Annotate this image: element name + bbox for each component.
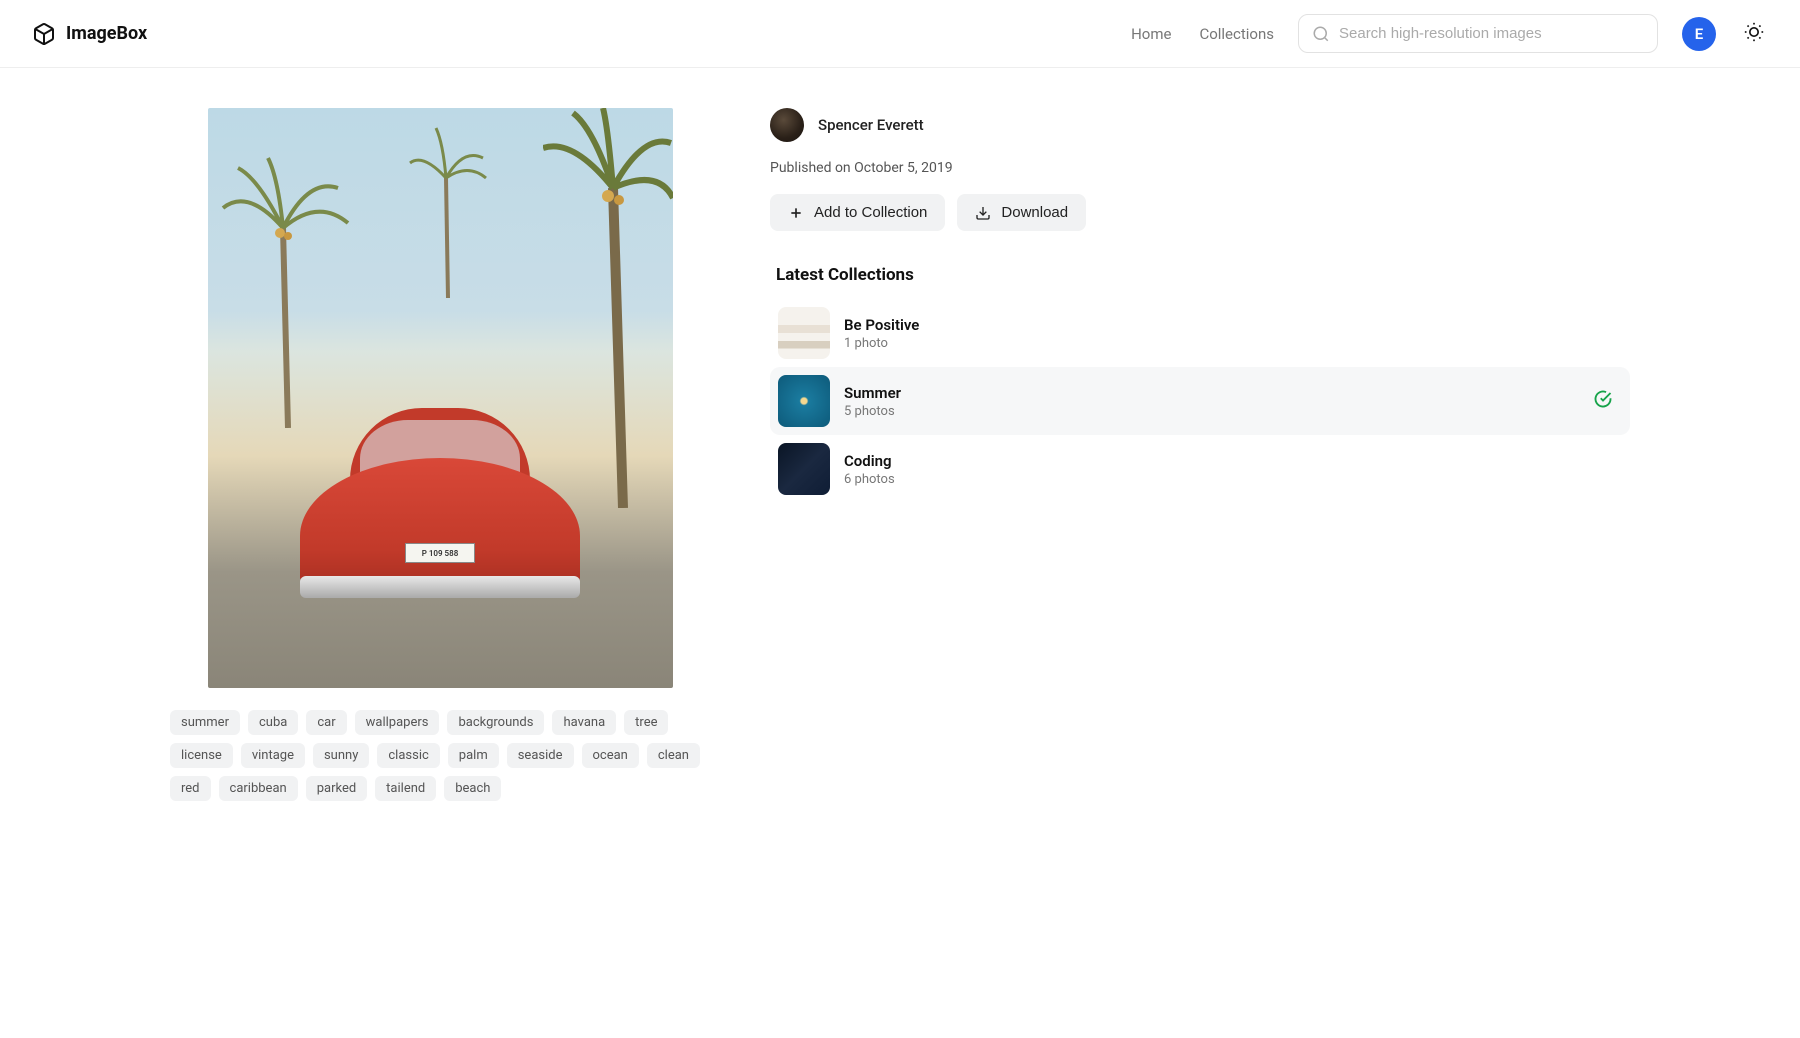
author[interactable]: Spencer Everett xyxy=(770,108,1630,142)
tag[interactable]: beach xyxy=(444,776,501,801)
collection-count: 6 photos xyxy=(844,472,1622,487)
tag[interactable]: seaside xyxy=(507,743,574,768)
download-label: Download xyxy=(1001,204,1068,221)
add-label: Add to Collection xyxy=(814,204,927,221)
brand[interactable]: ImageBox xyxy=(32,22,147,46)
tag[interactable]: tree xyxy=(624,710,668,735)
tag[interactable]: tailend xyxy=(375,776,436,801)
main-photo[interactable]: P 109 588 xyxy=(208,108,673,688)
nav-home[interactable]: Home xyxy=(1131,25,1171,43)
tag[interactable]: classic xyxy=(377,743,439,768)
tag[interactable]: clean xyxy=(647,743,700,768)
search-icon xyxy=(1312,25,1330,43)
nav-links: Home Collections xyxy=(1131,25,1274,43)
actions: Add to Collection Download xyxy=(770,194,1630,231)
tag[interactable]: parked xyxy=(306,776,367,801)
tag[interactable]: palm xyxy=(448,743,499,768)
collection-thumbnail xyxy=(778,375,830,427)
collection-name: Coding xyxy=(844,452,1622,470)
theme-toggle[interactable] xyxy=(1740,18,1768,49)
tag[interactable]: backgrounds xyxy=(447,710,544,735)
download-icon xyxy=(975,205,991,221)
nav-collections[interactable]: Collections xyxy=(1199,25,1274,43)
collection-name: Be Positive xyxy=(844,316,1622,334)
collection-item[interactable]: Be Positive 1 photo xyxy=(770,299,1630,367)
tag[interactable]: cuba xyxy=(248,710,298,735)
tag[interactable]: red xyxy=(170,776,211,801)
check-icon xyxy=(1594,390,1612,412)
sun-icon xyxy=(1744,22,1764,42)
search-wrap xyxy=(1298,14,1658,53)
collection-thumbnail xyxy=(778,307,830,359)
car-illustration: P 109 588 xyxy=(300,408,580,608)
tag[interactable]: car xyxy=(306,710,346,735)
nav-right: Home Collections E xyxy=(1131,14,1768,53)
collection-item[interactable]: Summer 5 photos xyxy=(770,367,1630,435)
latest-collections-title: Latest Collections xyxy=(770,265,1630,285)
palm-tree-icon xyxy=(408,118,488,298)
collection-info: Summer 5 photos xyxy=(844,384,1580,419)
collection-thumbnail xyxy=(778,443,830,495)
tag[interactable]: havana xyxy=(552,710,616,735)
author-name: Spencer Everett xyxy=(818,116,924,134)
right-column: Spencer Everett Published on October 5, … xyxy=(770,108,1630,503)
collections-list: Be Positive 1 photo Summer 5 photos Coding 6 … xyxy=(770,299,1630,503)
tags-list: summer cubacar wallpapers backgrounds havana… xyxy=(170,710,710,801)
tag[interactable]: wallpapers xyxy=(355,710,440,735)
tag[interactable]: ocean xyxy=(582,743,639,768)
collection-count: 1 photo xyxy=(844,336,1622,351)
collection-count: 5 photos xyxy=(844,404,1580,419)
left-column: P 109 588 summer cubacar wallpapers backgro… xyxy=(170,108,710,801)
tag[interactable]: license xyxy=(170,743,233,768)
plus-icon xyxy=(788,205,804,221)
palm-tree-icon xyxy=(218,128,358,428)
add-to-collection-button[interactable]: Add to Collection xyxy=(770,194,945,231)
main: P 109 588 summer cubacar wallpapers backgro… xyxy=(0,68,1800,841)
published-date: Published on October 5, 2019 xyxy=(770,160,1630,176)
license-plate: P 109 588 xyxy=(405,543,475,563)
tag[interactable]: vintage xyxy=(241,743,305,768)
collection-info: Coding 6 photos xyxy=(844,452,1622,487)
brand-name: ImageBox xyxy=(66,23,147,44)
tag[interactable]: summer xyxy=(170,710,240,735)
collection-info: Be Positive 1 photo xyxy=(844,316,1622,351)
search-input[interactable] xyxy=(1298,14,1658,53)
user-avatar[interactable]: E xyxy=(1682,17,1716,51)
box-icon xyxy=(32,22,56,46)
collection-name: Summer xyxy=(844,384,1580,402)
header: ImageBox Home Collections E xyxy=(0,0,1800,68)
tag[interactable]: caribbean xyxy=(219,776,298,801)
author-avatar xyxy=(770,108,804,142)
download-button[interactable]: Download xyxy=(957,194,1086,231)
tag[interactable]: sunny xyxy=(313,743,369,768)
collection-item[interactable]: Coding 6 photos xyxy=(770,435,1630,503)
